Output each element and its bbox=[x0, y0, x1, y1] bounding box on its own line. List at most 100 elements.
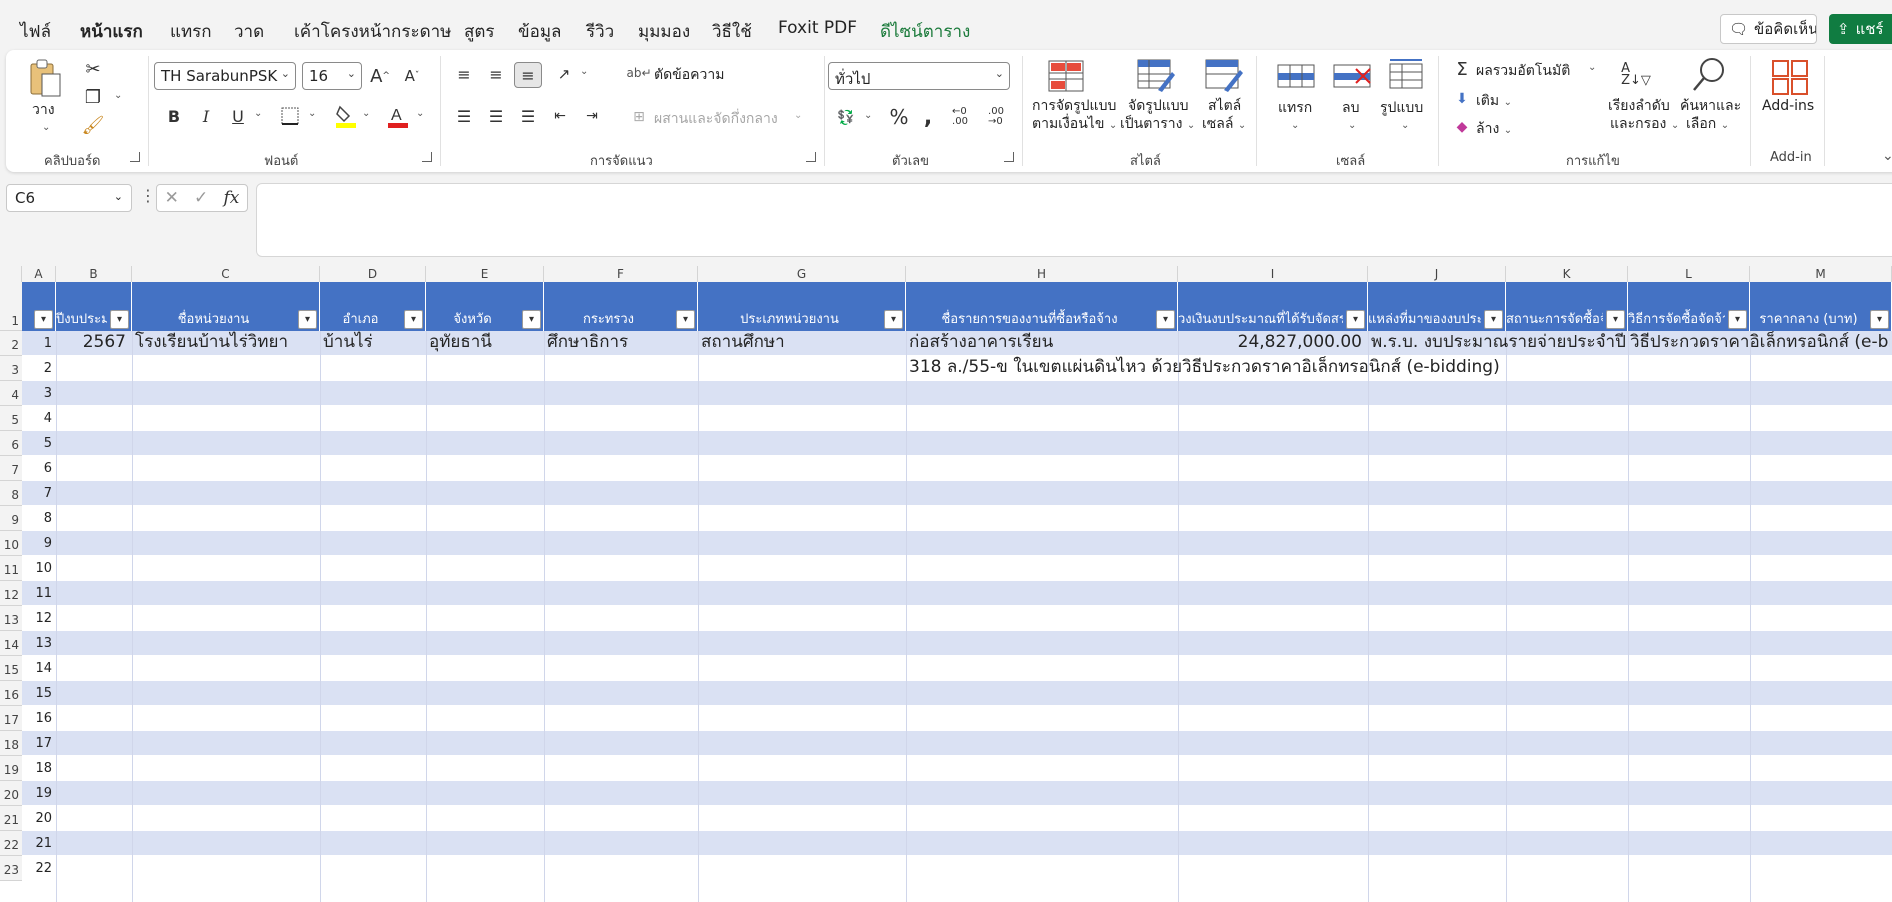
table-row[interactable] bbox=[22, 731, 1892, 756]
column-header-k[interactable]: K bbox=[1506, 266, 1628, 282]
header-cell-c[interactable]: ชื่อหน่วยงาน ▾ bbox=[132, 282, 320, 331]
borders-dropdown-icon[interactable]: ⌄ bbox=[308, 108, 316, 119]
tab-review[interactable]: รีวิว bbox=[586, 18, 614, 45]
cell-a20[interactable]: 19 bbox=[22, 783, 56, 805]
conditional-formatting-icon[interactable] bbox=[1046, 58, 1086, 94]
worksheet-grid[interactable]: ABCDEFGHIJKLM ▾ปีงบประมาณ▾ชื่อหน่วยงาน▾อ… bbox=[0, 266, 1892, 902]
filter-dropdown-icon[interactable]: ▾ bbox=[1484, 310, 1503, 329]
cancel-icon[interactable]: ✕ bbox=[165, 188, 179, 208]
table-row[interactable] bbox=[22, 631, 1892, 656]
column-header-e[interactable]: E bbox=[426, 266, 544, 282]
row-header-19[interactable]: 19 bbox=[0, 756, 22, 781]
insert-cells-label[interactable]: แทรก bbox=[1278, 100, 1312, 117]
format-painter-icon[interactable]: 🖌 bbox=[82, 114, 105, 136]
cell-a7[interactable]: 6 bbox=[22, 458, 56, 480]
autosum-dropdown-icon[interactable]: ⌄ bbox=[1588, 62, 1596, 73]
find-select-label2[interactable]: เลือก ⌄ bbox=[1686, 116, 1729, 134]
cell-a15[interactable]: 14 bbox=[22, 658, 56, 680]
filter-dropdown-icon[interactable]: ▾ bbox=[298, 310, 317, 329]
filter-dropdown-icon[interactable]: ▾ bbox=[34, 310, 53, 329]
clipboard-launcher-icon[interactable] bbox=[130, 152, 140, 162]
wrap-text-icon[interactable]: ab↵ bbox=[626, 62, 651, 84]
wrap-text-button[interactable]: ตัดข้อความ bbox=[654, 64, 724, 86]
decrease-indent-icon[interactable]: ⇤ bbox=[548, 104, 572, 128]
sort-filter-label1[interactable]: เรียงลำดับ bbox=[1608, 98, 1670, 115]
increase-indent-icon[interactable]: ⇥ bbox=[580, 104, 604, 128]
paste-dropdown-icon[interactable]: ⌄ bbox=[42, 122, 50, 133]
number-launcher-icon[interactable] bbox=[1004, 152, 1014, 162]
table-row[interactable] bbox=[22, 406, 1892, 431]
tab-view[interactable]: มุมมอง bbox=[638, 18, 690, 45]
delete-cells-icon[interactable] bbox=[1332, 60, 1372, 92]
row-header-11[interactable]: 11 bbox=[0, 556, 22, 581]
autosum-icon[interactable]: Σ bbox=[1452, 58, 1472, 80]
cell-a10[interactable]: 9 bbox=[22, 533, 56, 555]
fill-color-dropdown-icon[interactable]: ⌄ bbox=[362, 108, 370, 119]
find-select-label1[interactable]: ค้นหาและ bbox=[1680, 98, 1741, 115]
table-row[interactable] bbox=[22, 531, 1892, 556]
italic-icon[interactable]: I bbox=[194, 104, 218, 128]
column-header-c[interactable]: C bbox=[132, 266, 320, 282]
table-row[interactable] bbox=[22, 831, 1892, 856]
enter-icon[interactable]: ✓ bbox=[194, 188, 208, 208]
filter-dropdown-icon[interactable]: ▾ bbox=[522, 310, 541, 329]
row-header-16[interactable]: 16 bbox=[0, 681, 22, 706]
formula-input[interactable] bbox=[256, 183, 1892, 257]
cell-a4[interactable]: 3 bbox=[22, 383, 56, 405]
table-row[interactable] bbox=[22, 856, 1892, 881]
cell-a23[interactable]: 22 bbox=[22, 858, 56, 880]
column-header-m[interactable]: M bbox=[1750, 266, 1892, 282]
tab-foxit-pdf[interactable]: Foxit PDF bbox=[778, 18, 857, 38]
borders-icon[interactable] bbox=[278, 104, 302, 128]
cell-i2[interactable]: 24,827,000.00 bbox=[1178, 331, 1366, 353]
filter-dropdown-icon[interactable]: ▾ bbox=[1728, 310, 1747, 329]
table-row[interactable] bbox=[22, 456, 1892, 481]
header-cell-d[interactable]: อำเภอ ▾ bbox=[320, 282, 426, 331]
autosum-button[interactable]: ผลรวมอัตโนมัติ bbox=[1476, 60, 1570, 82]
cell-styles-label1[interactable]: สไตล์ bbox=[1208, 98, 1241, 115]
share-button[interactable]: ⇪ แชร์ bbox=[1829, 14, 1892, 44]
header-cell-a[interactable]: ▾ bbox=[22, 282, 56, 331]
format-as-table-icon[interactable] bbox=[1136, 58, 1176, 94]
merge-center-icon[interactable]: ⊞ bbox=[628, 106, 650, 128]
row-header-1[interactable]: 1 bbox=[0, 282, 22, 331]
percent-style-icon[interactable]: % bbox=[886, 104, 912, 130]
column-header-h[interactable]: H bbox=[906, 266, 1178, 282]
cell-a16[interactable]: 15 bbox=[22, 683, 56, 705]
row-header-18[interactable]: 18 bbox=[0, 731, 22, 756]
align-right-icon[interactable]: ☰ bbox=[516, 104, 540, 128]
cell-f2[interactable]: ศึกษาธิการ bbox=[544, 331, 696, 353]
table-row[interactable] bbox=[22, 506, 1892, 531]
tab-page-layout[interactable]: เค้าโครงหน้ากระดาษ bbox=[294, 18, 451, 45]
tab-draw[interactable]: วาด bbox=[234, 18, 264, 45]
select-all-corner[interactable] bbox=[0, 266, 22, 282]
filter-dropdown-icon[interactable]: ▾ bbox=[1156, 310, 1175, 329]
tab-help[interactable]: วิธีใช้ bbox=[712, 18, 752, 45]
align-bottom-icon[interactable]: ≡ bbox=[514, 62, 542, 88]
filter-dropdown-icon[interactable]: ▾ bbox=[1606, 310, 1625, 329]
tab-home[interactable]: หน้าแรก bbox=[80, 18, 143, 53]
sort-filter-icon[interactable]: A Z↓▽ bbox=[1616, 56, 1656, 94]
font-launcher-icon[interactable] bbox=[422, 152, 432, 162]
row-header-4[interactable]: 4 bbox=[0, 381, 22, 406]
filter-dropdown-icon[interactable]: ▾ bbox=[110, 310, 129, 329]
align-left-icon[interactable]: ☰ bbox=[452, 104, 476, 128]
header-cell-g[interactable]: ประเภทหน่วยงาน ▾ bbox=[698, 282, 906, 331]
comments-button[interactable]: 🗨 ข้อคิดเห็น bbox=[1720, 14, 1817, 44]
header-cell-e[interactable]: จังหวัด ▾ bbox=[426, 282, 544, 331]
row-header-22[interactable]: 22 bbox=[0, 831, 22, 856]
column-header-l[interactable]: L bbox=[1628, 266, 1750, 282]
filter-dropdown-icon[interactable]: ▾ bbox=[404, 310, 423, 329]
bold-icon[interactable]: B bbox=[162, 104, 186, 128]
tab-data[interactable]: ข้อมูล bbox=[518, 18, 561, 45]
copy-icon[interactable]: ❐ bbox=[82, 86, 104, 108]
tab-formulas[interactable]: สูตร bbox=[464, 18, 495, 45]
row-header-20[interactable]: 20 bbox=[0, 781, 22, 806]
accounting-format-icon[interactable]: 💱 bbox=[834, 106, 858, 130]
cell-a22[interactable]: 21 bbox=[22, 833, 56, 855]
table-row[interactable] bbox=[22, 481, 1892, 506]
orientation-icon[interactable]: ↗ bbox=[552, 62, 576, 86]
orientation-dropdown-icon[interactable]: ⌄ bbox=[580, 66, 588, 77]
align-center-icon[interactable]: ☰ bbox=[484, 104, 508, 128]
cut-icon[interactable]: ✂ bbox=[82, 58, 104, 80]
